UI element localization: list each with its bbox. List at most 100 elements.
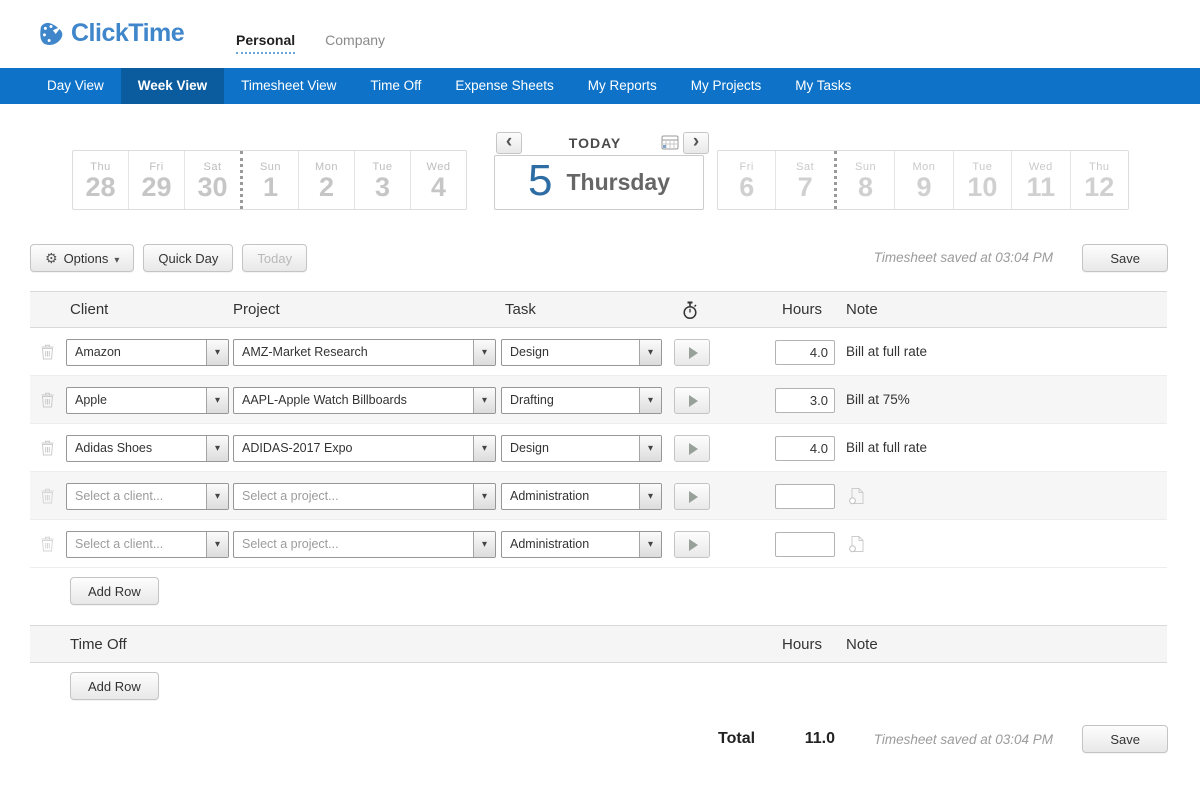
nav-week-view[interactable]: Week View [121, 68, 224, 104]
day-cell[interactable]: Wed11 [1011, 151, 1069, 209]
row-note: Bill at 75% [846, 376, 910, 424]
add-row-area: Add Row [30, 568, 1167, 625]
tab-personal[interactable]: Personal [236, 32, 295, 54]
client-select[interactable]: Select a client... [66, 483, 229, 510]
timesheet-row: Select a client... Select a project... A… [30, 520, 1167, 568]
project-select[interactable]: Select a project... [233, 483, 496, 510]
day-cell[interactable]: Sat30 [184, 151, 240, 209]
play-icon [689, 443, 698, 455]
select-arrow-icon [639, 340, 661, 365]
nav-expense-sheets[interactable]: Expense Sheets [438, 68, 570, 104]
save-button[interactable]: Save [1082, 244, 1168, 272]
day-cell[interactable]: Sat7 [775, 151, 833, 209]
caret-down-icon [114, 251, 119, 266]
nav-time-off[interactable]: Time Off [353, 68, 438, 104]
nav-my-reports[interactable]: My Reports [571, 68, 674, 104]
timesheet-row: Adidas Shoes ADIDAS-2017 Expo Design Bil… [30, 424, 1167, 472]
play-icon [689, 491, 698, 503]
hours-input[interactable] [775, 532, 835, 557]
day-cell[interactable]: Thu12 [1070, 151, 1128, 209]
calendar-icon[interactable] [661, 134, 679, 150]
day-cell[interactable]: Tue3 [354, 151, 410, 209]
select-arrow-icon [473, 436, 495, 461]
add-note-icon[interactable] [848, 487, 865, 505]
task-select[interactable]: Drafting [501, 387, 662, 414]
task-select[interactable]: Design [501, 435, 662, 462]
start-timer-button[interactable] [674, 435, 710, 462]
hours-input[interactable] [775, 388, 835, 413]
select-arrow-icon [473, 388, 495, 413]
stopwatch-icon [682, 301, 698, 320]
delete-row-icon[interactable] [41, 536, 54, 552]
total-label: Total [718, 730, 755, 748]
day-cell[interactable]: Mon2 [298, 151, 354, 209]
day-cell[interactable]: Thu28 [73, 151, 128, 209]
top-bar: ClickTime Personal Company [0, 0, 1200, 68]
saved-status: Timesheet saved at 03:04 PM [874, 250, 1053, 265]
today-button[interactable]: Today [242, 244, 307, 272]
add-row-button[interactable]: Add Row [70, 577, 159, 605]
nav-timesheet-view[interactable]: Timesheet View [224, 68, 353, 104]
start-timer-button[interactable] [674, 483, 710, 510]
main-nav: Day View Week View Timesheet View Time O… [0, 68, 1200, 104]
nav-my-projects[interactable]: My Projects [674, 68, 779, 104]
task-select[interactable]: Administration [501, 483, 662, 510]
total-value: 11.0 [768, 730, 835, 748]
tab-company[interactable]: Company [325, 32, 385, 54]
select-arrow-icon [206, 484, 228, 509]
client-select[interactable]: Amazon [66, 339, 229, 366]
day-cell[interactable]: Wed4 [410, 151, 466, 209]
column-hours: Hours [755, 292, 822, 328]
hours-input[interactable] [775, 436, 835, 461]
start-timer-button[interactable] [674, 339, 710, 366]
client-select[interactable]: Adidas Shoes [66, 435, 229, 462]
previous-day-button[interactable] [496, 132, 522, 154]
day-cell[interactable]: Fri29 [128, 151, 184, 209]
time-off-add-row-button[interactable]: Add Row [70, 672, 159, 700]
play-icon [689, 539, 698, 551]
day-cell[interactable]: Tue10 [953, 151, 1011, 209]
delete-row-icon[interactable] [41, 392, 54, 408]
day-cell[interactable]: Fri6 [718, 151, 775, 209]
project-select[interactable]: ADIDAS-2017 Expo [233, 435, 496, 462]
time-off-add-row-area: Add Row [30, 663, 1167, 720]
previous-week-strip: Thu28 Fri29 Sat30 Sun1 Mon2 Tue3 Wed4 [72, 150, 467, 210]
timesheet-table: Client Project Task Hours Note Amazon [30, 291, 1167, 720]
column-task: Task [505, 292, 536, 328]
select-arrow-icon [473, 484, 495, 509]
save-button[interactable]: Save [1082, 725, 1168, 753]
day-cell[interactable]: Sun1 [240, 151, 298, 209]
delete-row-icon[interactable] [41, 488, 54, 504]
add-note-icon[interactable] [848, 535, 865, 553]
project-select[interactable]: AMZ-Market Research [233, 339, 496, 366]
next-week-strip: Fri6 Sat7 Sun8 Mon9 Tue10 Wed11 Thu12 [717, 150, 1129, 210]
top-tabs: Personal Company [236, 32, 385, 54]
task-select[interactable]: Design [501, 339, 662, 366]
client-select[interactable]: Apple [66, 387, 229, 414]
nav-my-tasks[interactable]: My Tasks [778, 68, 868, 104]
nav-day-view[interactable]: Day View [30, 68, 121, 104]
client-select[interactable]: Select a client... [66, 531, 229, 558]
day-cell[interactable]: Mon9 [894, 151, 952, 209]
hours-input[interactable] [775, 340, 835, 365]
footer-bar: Total 11.0 Timesheet saved at 03:04 PM S… [30, 722, 1168, 762]
task-select[interactable]: Administration [501, 531, 662, 558]
clicktime-app: ClickTime Personal Company Day View Week… [0, 0, 1200, 799]
quick-day-button[interactable]: Quick Day [143, 244, 233, 272]
select-arrow-icon [639, 484, 661, 509]
selected-day[interactable]: 5 Thursday [494, 155, 704, 210]
project-select[interactable]: Select a project... [233, 531, 496, 558]
project-select[interactable]: AAPL-Apple Watch Billboards [233, 387, 496, 414]
start-timer-button[interactable] [674, 387, 710, 414]
start-timer-button[interactable] [674, 531, 710, 558]
column-project: Project [233, 292, 280, 328]
next-day-button[interactable] [683, 132, 709, 154]
select-arrow-icon [473, 532, 495, 557]
clicktime-logo[interactable]: ClickTime [36, 18, 184, 48]
delete-row-icon[interactable] [41, 440, 54, 456]
day-cell[interactable]: Sun8 [834, 151, 894, 209]
delete-row-icon[interactable] [41, 344, 54, 360]
timesheet-header: Client Project Task Hours Note [30, 291, 1167, 328]
options-button[interactable]: Options [30, 244, 134, 272]
hours-input[interactable] [775, 484, 835, 509]
